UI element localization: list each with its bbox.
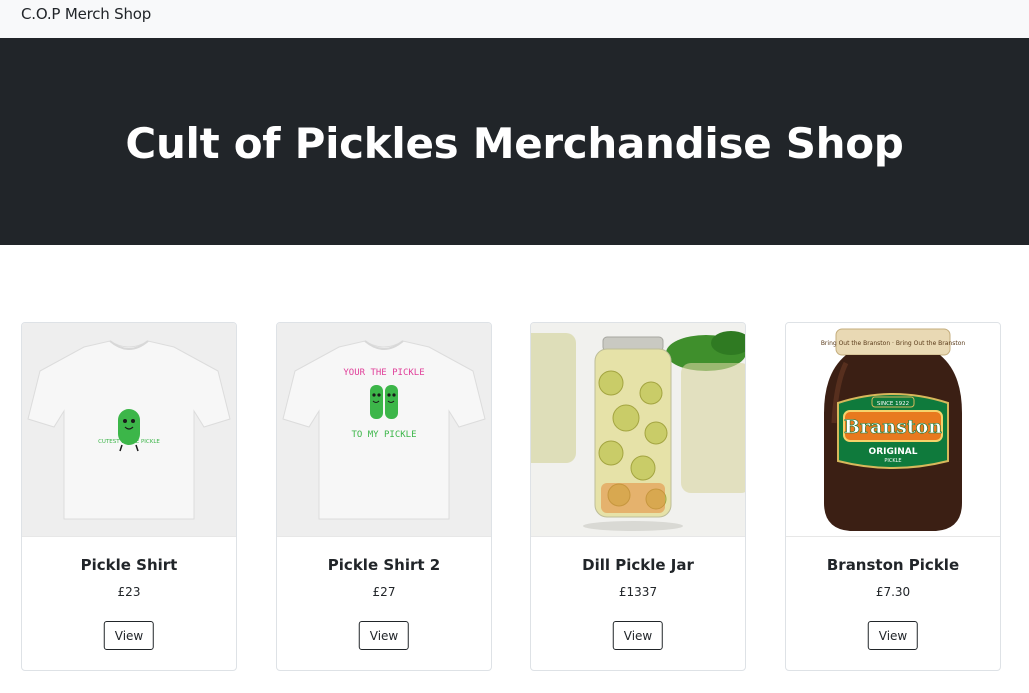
product-name: Pickle Shirt [80, 556, 178, 574]
view-button[interactable]: View [612, 621, 664, 650]
shirt-line-1: YOUR THE PICKLE [343, 368, 424, 378]
label-brand: Branston [844, 416, 942, 438]
hero-banner: Cult of Pickles Merchandise Shop [0, 38, 1029, 245]
product-name: Dill Pickle Jar [582, 556, 694, 574]
navbar: C.O.P Merch Shop [0, 0, 1029, 38]
product-price: £23 [117, 585, 141, 599]
view-button[interactable]: View [867, 621, 919, 650]
product-image[interactable] [531, 323, 745, 537]
branston-label: SINCE 1922 Branston ORIGINAL PICKLE [837, 393, 949, 469]
product-name: Branston Pickle [826, 556, 960, 574]
label-since: SINCE 1922 [877, 401, 909, 407]
label-variant: ORIGINAL [869, 447, 918, 457]
page-title: Cult of Pickles Merchandise Shop [125, 119, 904, 168]
product-card: YOUR THE PICKLE TO MY PICKLE Pickle Shir… [276, 322, 492, 671]
jar-lid-text: Bring Out the Branston · Bring Out the B… [821, 340, 966, 347]
tshirt-image: CUTEST LITTLE PICKLE [27, 340, 231, 520]
view-button[interactable]: View [103, 621, 155, 650]
navbar-brand[interactable]: C.O.P Merch Shop [21, 5, 151, 23]
view-button[interactable]: View [358, 621, 410, 650]
product-price: £7.30 [875, 585, 911, 599]
product-card: Dill Pickle Jar £1337 View [530, 322, 746, 671]
product-image[interactable]: Bring Out the Branston · Bring Out the B… [786, 323, 1000, 537]
label-sub: PICKLE [884, 458, 901, 464]
product-image[interactable]: CUTEST LITTLE PICKLE [22, 323, 236, 537]
shirt-caption: CUTEST LITTLE PICKLE [98, 439, 160, 445]
product-price: £1337 [618, 585, 658, 599]
product-image[interactable]: YOUR THE PICKLE TO MY PICKLE [277, 323, 491, 537]
product-card: CUTEST LITTLE PICKLE Pickle Shirt £23 Vi… [21, 322, 237, 671]
shirt-line-2: TO MY PICKLE [351, 430, 416, 440]
branston-jar-photo: Bring Out the Branston · Bring Out the B… [821, 328, 966, 531]
product-price: £27 [372, 585, 396, 599]
tshirt-image: YOUR THE PICKLE TO MY PICKLE [282, 340, 486, 520]
pickle-jar-photo [531, 323, 745, 536]
product-card: Bring Out the Branston · Bring Out the B… [785, 322, 1001, 671]
product-name: Pickle Shirt 2 [327, 556, 441, 574]
